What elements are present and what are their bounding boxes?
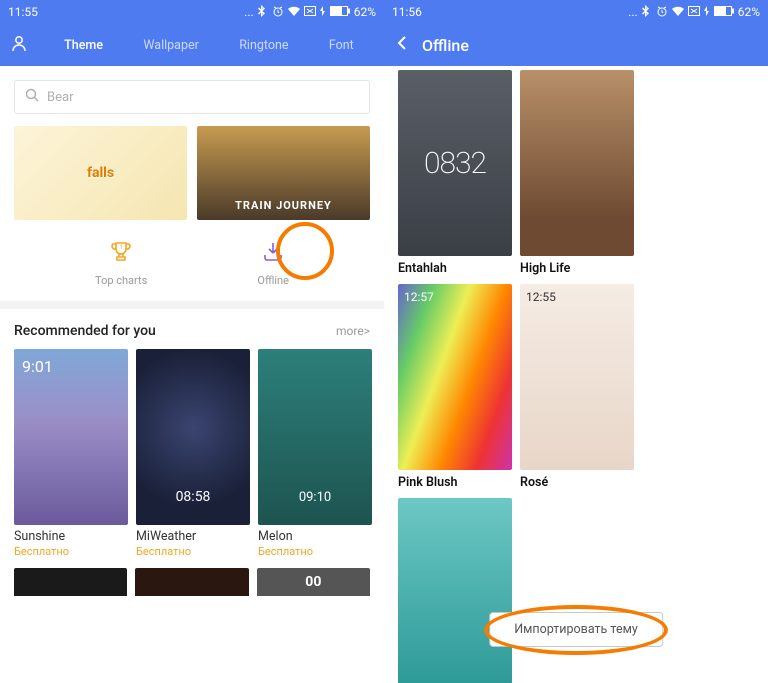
status-time: 11:56 [392,5,422,19]
status-bar: 11:55 ... 62% [0,0,384,24]
battery-percent: 62% [354,5,376,19]
theme-card-melon[interactable]: 09:10 Melon Бесплатно [258,349,372,558]
theme-clock: 09:10 [299,490,331,505]
theme-card-oceanbreeze[interactable]: Ocean Breeze [398,498,512,683]
profile-icon[interactable] [10,34,28,56]
theme-name: MiWeather [136,529,250,544]
status-dots: ... [244,5,254,19]
theme-thumb: 09:10 [258,349,372,525]
banner-1[interactable] [14,126,187,220]
theme-card-pinkblush[interactable]: 12:57 Pink Blush [398,284,512,490]
nav-topcharts-label: Top charts [95,274,147,287]
search-icon [25,88,39,106]
theme-clock: 12:57 [404,290,434,304]
theme-name: Sunshine [14,529,128,544]
theme-grid: 9:01 Sunshine Бесплатно 08:58 MiWeather … [0,349,384,558]
theme-name: High Life [520,261,634,276]
status-right: ... 62% [244,5,376,20]
theme-card-entahlah[interactable]: 0832 Entahlah [398,70,512,276]
theme-price: Бесплатно [258,545,372,558]
status-right: ... 62% [628,5,760,20]
svg-text:1: 1 [119,244,122,251]
signal-icon [320,5,326,19]
theme-clock: 12:55 [526,290,556,304]
tab-ringtone[interactable]: Ringtone [227,38,300,53]
theme-card-highlife[interactable]: High Life [520,70,634,276]
theme-card-sunshine[interactable]: 9:01 Sunshine Бесплатно [14,349,128,558]
peek-row: 00 [0,558,384,596]
banner-2-text: TRAIN JOURNEY [235,199,332,212]
download-icon [259,238,287,266]
nav-offline-label: Offline [257,274,289,287]
peek-card[interactable]: 00 [257,568,370,596]
theme-price: Бесплатно [14,545,128,558]
theme-thumb: 0832 [398,70,512,256]
search-placeholder: Bear [47,90,73,105]
import-theme-button[interactable]: Импортировать тему [489,612,663,647]
nav-tabs: Theme Wallpaper Ringtone Font [44,38,374,53]
section-header: Recommended for you more> [0,309,384,349]
battery-icon [330,5,350,19]
theme-clock: 08:58 [176,489,211,505]
theme-thumb: 12:57 [398,284,512,470]
peek-card[interactable] [14,568,127,596]
page-title: Offline [422,36,469,55]
alarm-icon [656,5,668,20]
theme-price: Бесплатно [136,545,250,558]
theme-thumb: 9:01 [14,349,128,525]
theme-name: Pink Blush [398,475,512,490]
theme-thumb [398,498,512,683]
left-screen: 11:55 ... 62% [0,0,384,683]
back-icon[interactable] [396,35,408,55]
signal-icon [704,5,710,19]
theme-name: Melon [258,529,372,544]
trophy-icon: 1 [107,238,135,266]
status-dots: ... [628,5,638,19]
section-title: Recommended for you [14,323,156,339]
more-link[interactable]: more> [336,324,370,338]
header: Theme Wallpaper Ringtone Font [0,24,384,66]
wifi-icon [672,5,684,19]
tab-theme[interactable]: Theme [52,38,115,53]
banner-row: TRAIN JOURNEY [0,126,384,220]
theme-name: Entahlah [398,261,512,276]
theme-clock: 9:01 [22,357,53,376]
status-bar: 11:56 ... 62% [384,0,768,24]
x-box-icon [304,5,316,19]
theme-name: Rosé [520,475,634,490]
theme-thumb: 12:55 [520,284,634,470]
status-time: 11:55 [8,5,38,19]
theme-card-rose[interactable]: 12:55 Rosé [520,284,634,490]
theme-thumb [520,70,634,256]
offline-grid: 0832 Entahlah High Life 12:57 Pink Blush… [384,66,768,683]
nav-offline[interactable]: Offline [257,238,289,287]
battery-icon [714,5,734,19]
battery-percent: 62% [738,5,760,19]
header-offline: Offline [384,24,768,66]
x-box-icon [688,5,700,19]
quick-nav: 1 Top charts Offline [0,220,384,301]
bluetooth-icon [642,5,652,20]
theme-card-miweather[interactable]: 08:58 MiWeather Бесплатно [136,349,250,558]
tab-wallpaper[interactable]: Wallpaper [131,38,210,53]
bluetooth-icon [258,5,268,20]
search-input[interactable]: Bear [14,80,370,114]
theme-clock: 0832 [424,146,486,181]
alarm-icon [272,5,284,20]
peek-card[interactable] [135,568,248,596]
banner-2[interactable]: TRAIN JOURNEY [197,126,370,220]
right-screen: 11:56 ... 62% Offline 0832 Entahlah High… [384,0,768,683]
divider [0,301,384,309]
tab-font[interactable]: Font [317,38,366,53]
theme-thumb: 08:58 [136,349,250,525]
nav-topcharts[interactable]: 1 Top charts [95,238,147,287]
wifi-icon [288,5,300,19]
